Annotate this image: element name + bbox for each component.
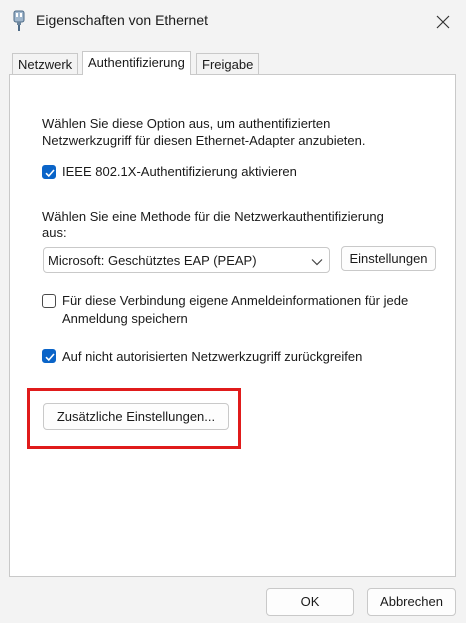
title-bar: Eigenschaften von Ethernet <box>0 0 466 42</box>
intro-text-line-2: Netzwerkzugriff für diesen Ethernet-Adap… <box>42 133 366 148</box>
settings-button[interactable]: Einstellungen <box>341 246 436 271</box>
network-adapter-icon <box>12 10 26 32</box>
method-text-line-1: Wählen Sie eine Methode für die Netzwerk… <box>42 209 384 224</box>
close-button[interactable] <box>430 10 456 34</box>
checkmark-icon <box>45 353 55 362</box>
authentication-panel: Wählen Sie diese Option aus, um authenti… <box>9 74 456 577</box>
window-title: Eigenschaften von Ethernet <box>36 12 209 28</box>
remember-credentials-label-line-2[interactable]: Anmeldung speichern <box>62 310 188 327</box>
fallback-unauthorized-label[interactable]: Auf nicht autorisierten Netzwerkzugriff … <box>62 348 362 365</box>
ok-button[interactable]: OK <box>266 588 354 616</box>
highlight-box <box>27 388 241 449</box>
enable-8021x-checkbox[interactable] <box>42 165 56 179</box>
enable-8021x-label[interactable]: IEEE 802.1X-Authentifizierung aktivieren <box>62 163 297 180</box>
remember-credentials-checkbox[interactable] <box>42 294 56 308</box>
cancel-button[interactable]: Abbrechen <box>367 588 456 616</box>
fallback-unauthorized-checkbox[interactable] <box>42 349 56 363</box>
remember-credentials-label-line-1[interactable]: Für diese Verbindung eigene Anmeldeinfor… <box>62 292 408 309</box>
tab-authentifizierung[interactable]: Authentifizierung <box>82 51 191 75</box>
intro-text-line-1: Wählen Sie diese Option aus, um authenti… <box>42 116 331 131</box>
checkmark-icon <box>45 169 55 178</box>
close-icon <box>436 15 450 29</box>
tab-netzwerk[interactable]: Netzwerk <box>12 53 79 75</box>
auth-method-value: Microsoft: Geschütztes EAP (PEAP) <box>48 253 257 268</box>
tab-freigabe[interactable]: Freigabe <box>196 53 260 75</box>
chevron-down-icon <box>311 255 323 270</box>
auth-method-select[interactable]: Microsoft: Geschütztes EAP (PEAP) <box>43 247 330 273</box>
method-text-line-2: aus: <box>42 225 67 240</box>
